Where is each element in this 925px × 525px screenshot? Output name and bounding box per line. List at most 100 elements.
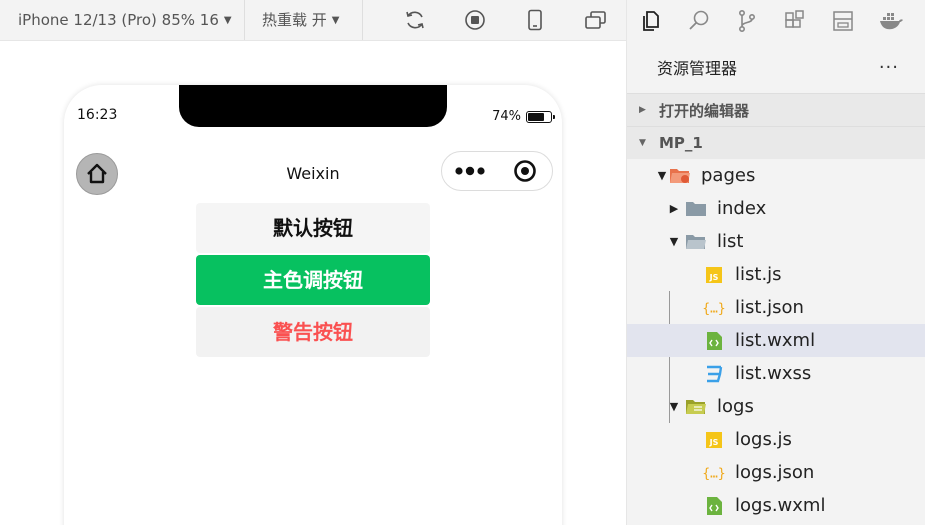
chevron-down-icon: ▼ xyxy=(639,138,646,148)
folder-icon xyxy=(685,199,707,219)
simulator-toolbar: iPhone 12/13 (Pro) 85% 16 ▼ 热重载 开 ▼ xyxy=(0,0,626,41)
menu-capsule xyxy=(441,151,553,191)
js-file-icon: JS xyxy=(703,430,725,450)
json-file-icon: {…} xyxy=(703,463,725,483)
hot-reload-select[interactable]: 热重载 开 ▼ xyxy=(262,0,339,40)
detach-window-button[interactable] xyxy=(582,6,610,34)
tree-item-label: list.js xyxy=(735,264,782,285)
wxml-file-icon xyxy=(703,496,725,516)
tree-item-logs-json[interactable]: {…} logs.json xyxy=(627,456,925,489)
stop-icon xyxy=(465,10,485,30)
battery-icon xyxy=(526,110,555,123)
status-battery: 74% xyxy=(492,109,555,124)
explorer-panel: 资源管理器 ··· ▶ 打开的编辑器 ▼ MP_1 ▼ pages ▶ inde… xyxy=(626,0,925,525)
battery-level xyxy=(528,112,545,121)
activity-bar xyxy=(627,0,925,41)
search-icon xyxy=(689,10,709,30)
tree-item-label: logs xyxy=(717,396,754,417)
tree-item-list-wxml[interactable]: list.wxml xyxy=(627,324,925,357)
chevron-down-icon: ▼ xyxy=(657,169,667,182)
phone-notch xyxy=(179,85,447,127)
open-editors-section[interactable]: ▶ 打开的编辑器 xyxy=(627,93,925,126)
tree-item-list[interactable]: ▼ list xyxy=(627,225,925,258)
explorer-tab[interactable] xyxy=(627,0,675,41)
chevron-down-icon: ▼ xyxy=(223,14,232,26)
device-select[interactable]: iPhone 12/13 (Pro) 85% 16 ▼ xyxy=(18,0,232,40)
chevron-right-icon: ▶ xyxy=(639,105,646,115)
wxss-file-icon xyxy=(703,364,725,384)
file-tree: ▼ pages ▶ index ▼ list JS list.js {…} li… xyxy=(627,159,925,522)
files-icon xyxy=(643,10,659,31)
warn-button[interactable]: 警告按钮 xyxy=(196,307,430,357)
logs-folder-icon xyxy=(685,397,707,417)
svg-text:{…}: {…} xyxy=(703,301,725,316)
chevron-down-icon: ▼ xyxy=(331,14,340,26)
status-time: 16:23 xyxy=(77,107,118,123)
real-device-button[interactable] xyxy=(521,6,549,34)
toolbar-divider xyxy=(244,0,245,40)
wxml-file-icon xyxy=(703,331,725,351)
chevron-down-icon: ▼ xyxy=(669,235,679,248)
default-button[interactable]: 默认按钮 xyxy=(196,203,430,253)
explorer-title: 资源管理器 xyxy=(657,59,738,78)
folder-open-icon xyxy=(685,232,707,252)
json-file-icon: {…} xyxy=(703,298,725,318)
phone-frame: 16:23 74% Weixin 默认按钮 主色调按钮 警告按钮 xyxy=(64,85,562,525)
hot-reload-label: 热重载 开 xyxy=(262,10,327,29)
git-branch-icon xyxy=(739,9,756,32)
chevron-right-icon: ▶ xyxy=(669,202,679,215)
tree-item-label: logs.wxml xyxy=(735,495,826,516)
tree-item-label: logs.json xyxy=(735,462,815,483)
tree-item-label: pages xyxy=(701,165,756,186)
extensions-icon xyxy=(785,9,804,28)
explorer-header: 资源管理器 ··· xyxy=(627,41,925,93)
phone-icon xyxy=(528,9,542,31)
svg-text:{…}: {…} xyxy=(703,466,725,481)
layout-tab[interactable] xyxy=(819,0,867,41)
tree-item-pages[interactable]: ▼ pages xyxy=(627,159,925,192)
more-dots-icon xyxy=(454,166,485,176)
primary-button[interactable]: 主色调按钮 xyxy=(196,255,430,305)
open-editors-label: 打开的编辑器 xyxy=(659,101,750,120)
stop-button[interactable] xyxy=(461,6,489,34)
devtools-window: iPhone 12/13 (Pro) 85% 16 ▼ 热重载 开 ▼ 16:2… xyxy=(0,0,925,525)
docker-icon xyxy=(880,12,903,29)
tree-item-label: list.json xyxy=(735,297,804,318)
source-control-tab[interactable] xyxy=(723,0,771,41)
project-label: MP_1 xyxy=(659,134,703,152)
tree-item-list-js[interactable]: JS list.js xyxy=(627,258,925,291)
button-stack: 默认按钮 主色调按钮 警告按钮 xyxy=(196,203,430,359)
tree-item-logs-wxml[interactable]: logs.wxml xyxy=(627,489,925,522)
refresh-button[interactable] xyxy=(401,6,429,34)
battery-percent: 74% xyxy=(492,109,521,124)
svg-text:JS: JS xyxy=(709,273,719,282)
tree-item-index[interactable]: ▶ index xyxy=(627,192,925,225)
chevron-down-icon: ▼ xyxy=(669,400,679,413)
extensions-tab[interactable] xyxy=(771,0,819,41)
toolbar-divider xyxy=(362,0,363,40)
tree-item-logs[interactable]: ▼ logs xyxy=(627,390,925,423)
svg-text:JS: JS xyxy=(709,438,719,447)
more-actions-button[interactable]: ··· xyxy=(879,57,899,78)
tree-item-list-json[interactable]: {…} list.json xyxy=(627,291,925,324)
target-icon xyxy=(513,160,536,182)
pages-folder-icon xyxy=(669,166,691,186)
layout-icon xyxy=(833,10,853,31)
js-file-icon: JS xyxy=(703,265,725,285)
project-section[interactable]: ▼ MP_1 xyxy=(627,126,925,159)
tree-item-label: list.wxss xyxy=(735,363,812,384)
tree-item-label: index xyxy=(717,198,767,219)
docker-tab[interactable] xyxy=(867,0,915,41)
refresh-icon xyxy=(406,11,424,29)
tree-item-list-wxss[interactable]: list.wxss xyxy=(627,357,925,390)
capsule-more-button[interactable] xyxy=(442,152,497,190)
capsule-close-button[interactable] xyxy=(497,152,552,190)
simulator-area: 16:23 74% Weixin 默认按钮 主色调按钮 警告按钮 xyxy=(0,41,626,525)
search-tab[interactable] xyxy=(675,0,723,41)
window-restore-icon xyxy=(585,11,606,29)
device-select-label: iPhone 12/13 (Pro) 85% 16 xyxy=(18,10,219,29)
tree-item-label: list.wxml xyxy=(735,330,816,351)
tree-item-label: list xyxy=(717,231,744,252)
tree-item-logs-js[interactable]: JS logs.js xyxy=(627,423,925,456)
tree-item-label: logs.js xyxy=(735,429,792,450)
